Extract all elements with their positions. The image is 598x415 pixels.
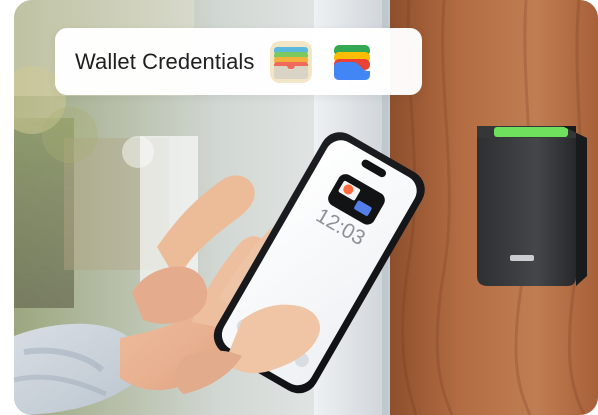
apple-wallet-icon	[269, 40, 312, 83]
access-reader	[477, 126, 587, 286]
reader-led-bar	[494, 127, 568, 137]
scene-frame: 12:03 Wallet Credentials	[0, 0, 598, 415]
wallet-icons	[269, 40, 374, 84]
photo-panel: 12:03 Wallet Credentials	[14, 0, 598, 415]
badge-title: Wallet Credentials	[75, 48, 255, 74]
wallet-credentials-badge: Wallet Credentials	[55, 28, 422, 95]
google-wallet-icon	[330, 40, 373, 83]
reader-dots	[510, 255, 534, 261]
